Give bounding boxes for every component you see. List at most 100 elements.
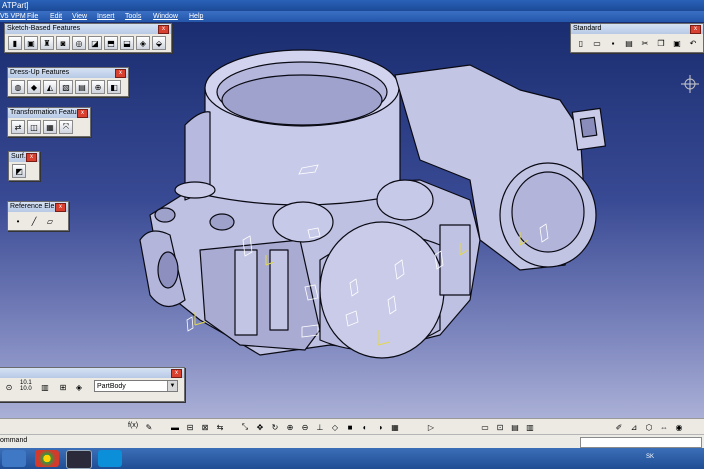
print-icon[interactable]: ▤	[622, 36, 636, 50]
wireframe-icon[interactable]: ⬡	[642, 420, 656, 434]
tree-icon[interactable]: ⊟	[183, 420, 197, 434]
close-icon[interactable]: x	[158, 25, 169, 34]
fit-all-icon[interactable]: ⤡	[238, 420, 252, 434]
toolbar-title[interactable]: Standard	[571, 24, 703, 34]
dimension-readout: 10.1 10.0	[20, 380, 32, 392]
close-icon[interactable]: x	[26, 153, 37, 162]
sketch-icon[interactable]: ✐	[612, 420, 626, 434]
open-icon[interactable]: ▭	[590, 36, 604, 50]
catia-icon[interactable]	[66, 450, 92, 469]
close-icon[interactable]: x	[55, 203, 66, 212]
body-operations-icon[interactable]: ⊞	[56, 380, 70, 394]
plane-icon[interactable]: ▱	[43, 214, 57, 228]
iso-view-icon[interactable]: ◇	[328, 420, 342, 434]
taskbar-folder-icon[interactable]	[2, 450, 26, 467]
normal-view-icon[interactable]: ⊥	[313, 420, 327, 434]
zoom-in-icon[interactable]: ⊕	[283, 420, 297, 434]
constraint-icon[interactable]: ⊿	[627, 420, 641, 434]
apply-material-icon[interactable]: ◈	[72, 380, 86, 394]
paste-icon[interactable]: ▣	[670, 36, 684, 50]
command-label: ommand	[0, 437, 28, 444]
rotate-icon[interactable]: ↻	[268, 420, 282, 434]
zoom-out-icon[interactable]: ⊖	[298, 420, 312, 434]
formula-button[interactable]: f(x)	[128, 422, 138, 429]
bottom-toolbar: f(x) ✎ ▬ ⊟ ⊠ ⇆ ⤡ ✥ ↻ ⊕ ⊖ ⊥ ◇ ■ ◐ ◑ ▦ ▷ ▭…	[0, 418, 704, 435]
analysis-icon[interactable]: ⊠	[198, 420, 212, 434]
scaling-icon[interactable]: ⤧	[59, 120, 73, 134]
close-icon[interactable]: x	[171, 369, 182, 378]
compass-icon[interactable]	[678, 72, 702, 96]
toolbar-body-select: x ⊙ 10.1 10.0 ▥ ⊞ ◈ PartBody ▼	[0, 367, 185, 402]
table-icon[interactable]: ▤	[508, 420, 522, 434]
menu-edit[interactable]: Edit	[50, 11, 62, 22]
thread-icon[interactable]: ⊕	[91, 80, 105, 94]
translation-icon[interactable]: ⇄	[11, 120, 25, 134]
hole-icon[interactable]: ◎	[72, 36, 86, 50]
point-icon[interactable]: •	[11, 214, 25, 228]
line-icon[interactable]: ╱	[27, 214, 41, 228]
undo-icon[interactable]: ↶	[686, 36, 700, 50]
menu-bar: V5 VPM File Edit View Insert Tools Windo…	[0, 11, 704, 22]
toolbar-title[interactable]: Sketch-Based Features	[5, 24, 171, 34]
menu-help[interactable]: Help	[189, 11, 203, 22]
save-icon[interactable]: ▪	[606, 36, 620, 50]
fly-mode-icon[interactable]: ▬	[168, 420, 182, 434]
title-bar: ATPart]	[0, 0, 704, 11]
pocket-icon[interactable]: ▣	[24, 36, 38, 50]
thickness-icon[interactable]: ▤	[75, 80, 89, 94]
menu-window[interactable]: Window	[153, 11, 178, 22]
new-icon[interactable]: ▯	[574, 36, 588, 50]
shading-icon[interactable]: ■	[343, 420, 357, 434]
knowledge-icon[interactable]: ⊡	[493, 420, 507, 434]
menu-view[interactable]: View	[72, 11, 87, 22]
mode-icon[interactable]: ▷	[424, 420, 438, 434]
command-input[interactable]	[580, 437, 702, 448]
split-icon[interactable]: ◩	[12, 164, 26, 178]
measure-item-icon[interactable]: ⇔	[657, 420, 671, 434]
material-icon[interactable]: ◉	[672, 420, 686, 434]
close-icon[interactable]: x	[77, 109, 88, 118]
draft-icon[interactable]: ◭	[43, 80, 57, 94]
loft-icon[interactable]: ◈	[136, 36, 150, 50]
toolbar-surface: Surf... x ◩	[8, 151, 40, 181]
swap-space-icon[interactable]: ◑	[373, 420, 387, 434]
copy-icon[interactable]: ❐	[654, 36, 668, 50]
remove-loft-icon[interactable]: ⬙	[152, 36, 166, 50]
reaction-icon[interactable]: ▥	[523, 420, 537, 434]
close-icon[interactable]: x	[690, 25, 701, 34]
menu-tools[interactable]: Tools	[125, 11, 141, 22]
groove-icon[interactable]: ◙	[56, 36, 70, 50]
mirror-icon[interactable]: ◫	[27, 120, 41, 134]
edge-fillet-icon[interactable]: ◍	[11, 80, 25, 94]
menu-insert[interactable]: Insert	[97, 11, 115, 22]
chamfer-icon[interactable]: ◆	[27, 80, 41, 94]
comment-icon[interactable]: ✎	[142, 420, 156, 434]
hide-show-icon[interactable]: ◐	[358, 420, 372, 434]
menu-v5vpm[interactable]: V5 VPM	[0, 11, 26, 22]
shell-icon[interactable]: ▧	[59, 80, 73, 94]
stiffener-icon[interactable]: ⬓	[120, 36, 134, 50]
remove-face-icon[interactable]: ◧	[107, 80, 121, 94]
body-dropdown[interactable]: PartBody ▼	[94, 380, 178, 392]
chrome-icon[interactable]	[35, 450, 59, 467]
skype-icon[interactable]	[98, 450, 122, 467]
grid-icon[interactable]: ▦	[388, 420, 402, 434]
toolbar-title[interactable]: Dress-Up Features	[8, 68, 128, 78]
shaft-icon[interactable]: ♜	[40, 36, 54, 50]
swap-icon[interactable]: ⇆	[213, 420, 227, 434]
cut-icon[interactable]: ✂	[638, 36, 652, 50]
slot-icon[interactable]: ⬒	[104, 36, 118, 50]
rib-icon[interactable]: ◪	[88, 36, 102, 50]
close-icon[interactable]: x	[115, 69, 126, 78]
pan-icon[interactable]: ✥	[253, 420, 267, 434]
toolbar-title[interactable]	[0, 368, 184, 378]
menu-file[interactable]: File	[27, 11, 38, 22]
measure-icon[interactable]: ▥	[38, 380, 52, 394]
catalog-icon[interactable]: ▭	[478, 420, 492, 434]
tray-language[interactable]: SK	[646, 454, 654, 460]
rectangular-pattern-icon[interactable]: ▦	[43, 120, 57, 134]
chevron-down-icon[interactable]: ▼	[167, 381, 177, 391]
body-dropdown-value: PartBody	[97, 383, 126, 390]
insert-body-icon[interactable]: ⊙	[2, 380, 16, 394]
pad-icon[interactable]: ▮	[8, 36, 22, 50]
